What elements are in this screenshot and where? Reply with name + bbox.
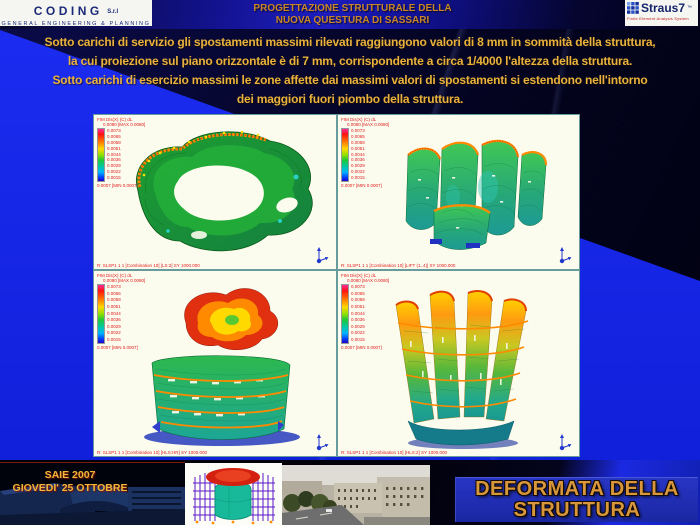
contour-legend: FIM Dis(X) (C) dL 0.0080 [MAX 0.0080] 0.… bbox=[341, 117, 389, 188]
intro-text: Sotto carichi di servizio gli spostament… bbox=[0, 33, 700, 109]
legend-values: 0.00730.00650.00580.00510.00440.00360.00… bbox=[351, 128, 365, 180]
straus7-brand-line: Straus7 ™ bbox=[627, 1, 696, 15]
straus7-tagline: Finite Element Analysis System bbox=[627, 16, 696, 21]
wireframe-model-graphic bbox=[185, 463, 282, 525]
coding-logo: CODING S.r.l GENERAL ENGINEERING & PLANN… bbox=[0, 0, 152, 26]
legend-footer: 0.0007 [MIN 0.0007] bbox=[341, 183, 389, 188]
fem-panel-plan-view: FIM Dis(X) (C) dL 0.0080 [MAX 0.0080] 0.… bbox=[93, 114, 337, 270]
slide-title-line1: DEFORMATA DELLA bbox=[456, 479, 698, 500]
legend-footer: 0.0007 [MIN 0.0007] bbox=[97, 183, 145, 188]
intro-line-4: dei maggiori fuori piombo della struttur… bbox=[0, 90, 700, 109]
result-caption: R: SLSP1 1 1 [Combination 10] [LIFT (1..… bbox=[341, 263, 455, 268]
fem-panel-grid: FIM Dis(X) (C) dL 0.0080 [MAX 0.0080] 0.… bbox=[93, 114, 580, 457]
footer-strip: SAIE 2007 GIOVEDI' 25 OTTOBRE bbox=[0, 460, 700, 525]
coding-tagline: GENERAL ENGINEERING & PLANNING bbox=[0, 21, 152, 27]
contour-legend: FIM Dis(X) (C) dL 0.0080 [MAX 0.0080] 0.… bbox=[341, 273, 389, 350]
fem-panel-building-iso: FIM Dis(X) (C) dL 0.0080 [MAX 0.0080] 0.… bbox=[93, 270, 337, 457]
intro-line-2: la cui proiezione sul piano orizzontale … bbox=[0, 52, 700, 71]
result-caption: R: SLSP1 1 1 [Combination 10] [HLS:2] SY… bbox=[341, 450, 447, 455]
building-photo bbox=[282, 465, 430, 525]
event-caption: SAIE 2007 GIOVEDI' 25 OTTOBRE bbox=[0, 469, 140, 495]
slide-header-title: PROGETTAZIONE STRUTTURALE DELLA NUOVA QU… bbox=[225, 3, 480, 27]
fem-panel-towers-front: FIM Dis(X) (C) dL 0.0080 [MAX 0.0080] 0.… bbox=[337, 270, 580, 457]
legend-values: 0.00730.00650.00580.00510.00440.00360.00… bbox=[107, 128, 121, 180]
axis-triad-icon bbox=[315, 246, 329, 264]
straus7-squares-icon bbox=[627, 2, 639, 14]
legend-subtitle: 0.0080 [MAX 0.0080] bbox=[347, 122, 389, 127]
color-scale-bar bbox=[341, 128, 349, 182]
straus7-name: Straus7 bbox=[641, 1, 685, 15]
coding-brand-line: CODING S.r.l bbox=[0, 2, 152, 20]
color-scale-bar bbox=[341, 284, 349, 344]
fem-panel-towers-iso: FIM Dis(X) (C) dL 0.0080 [MAX 0.0080] 0.… bbox=[337, 114, 580, 270]
color-scale-bar bbox=[97, 128, 105, 182]
legend-values: 0.00730.00650.00580.00510.00440.00360.00… bbox=[351, 284, 365, 342]
intro-line-3: Sotto carichi di esercizio massimi le zo… bbox=[0, 71, 700, 90]
legend-footer: 0.0007 [MIN 0.0007] bbox=[341, 345, 389, 350]
legend-values: 0.00730.00650.00580.00510.00440.00360.00… bbox=[107, 284, 121, 342]
axis-triad-icon bbox=[315, 433, 329, 451]
building-photo-graphic bbox=[282, 465, 430, 525]
event-line2: GIOVEDI' 25 OTTOBRE bbox=[0, 482, 140, 495]
legend-subtitle: 0.0080 [MAX 0.0080] bbox=[347, 278, 389, 283]
intro-line-1: Sotto carichi di servizio gli spostament… bbox=[0, 33, 700, 52]
header-bar: CODING S.r.l GENERAL ENGINEERING & PLANN… bbox=[0, 0, 700, 29]
axis-triad-icon bbox=[558, 246, 572, 264]
coding-suffix: S.r.l bbox=[107, 9, 118, 15]
event-line1: SAIE 2007 bbox=[0, 469, 140, 482]
header-title-line1: PROGETTAZIONE STRUTTURALE DELLA bbox=[225, 3, 480, 15]
legend-subtitle: 0.0080 [MAX 0.0080] bbox=[103, 122, 145, 127]
slide-title-box: DEFORMATA DELLA STRUTTURA bbox=[455, 477, 698, 522]
contour-legend: FIM Dis(X) (C) dL 0.0080 [MAX 0.0080] 0.… bbox=[97, 117, 145, 188]
coding-brand: CODING bbox=[34, 4, 103, 18]
result-caption: R: SLSP1 1 1 [Combination 10] [HLS:HR] S… bbox=[97, 450, 207, 455]
result-caption: R: SLSP1 1 1 [Combination 10] [LS:2] SY … bbox=[97, 263, 200, 268]
color-scale-bar bbox=[97, 284, 105, 344]
presentation-slide: CODING S.r.l GENERAL ENGINEERING & PLANN… bbox=[0, 0, 700, 525]
straus7-tm: ™ bbox=[687, 5, 692, 11]
saie-rendering-image: SAIE 2007 GIOVEDI' 25 OTTOBRE bbox=[0, 462, 185, 525]
structural-model-image bbox=[185, 463, 282, 525]
axis-triad-icon bbox=[558, 433, 572, 451]
contour-legend: FIM Dis(X) (C) dL 0.0080 [MAX 0.0080] 0.… bbox=[97, 273, 145, 350]
straus7-logo: Straus7 ™ Finite Element Analysis System bbox=[625, 0, 698, 26]
legend-subtitle: 0.0080 [MAX 0.0080] bbox=[103, 278, 145, 283]
legend-footer: 0.0007 [MIN 0.0007] bbox=[97, 345, 145, 350]
slide-title-line2: STRUTTURA bbox=[456, 500, 698, 521]
header-title-line2: NUOVA QUESTURA DI SASSARI bbox=[225, 15, 480, 27]
